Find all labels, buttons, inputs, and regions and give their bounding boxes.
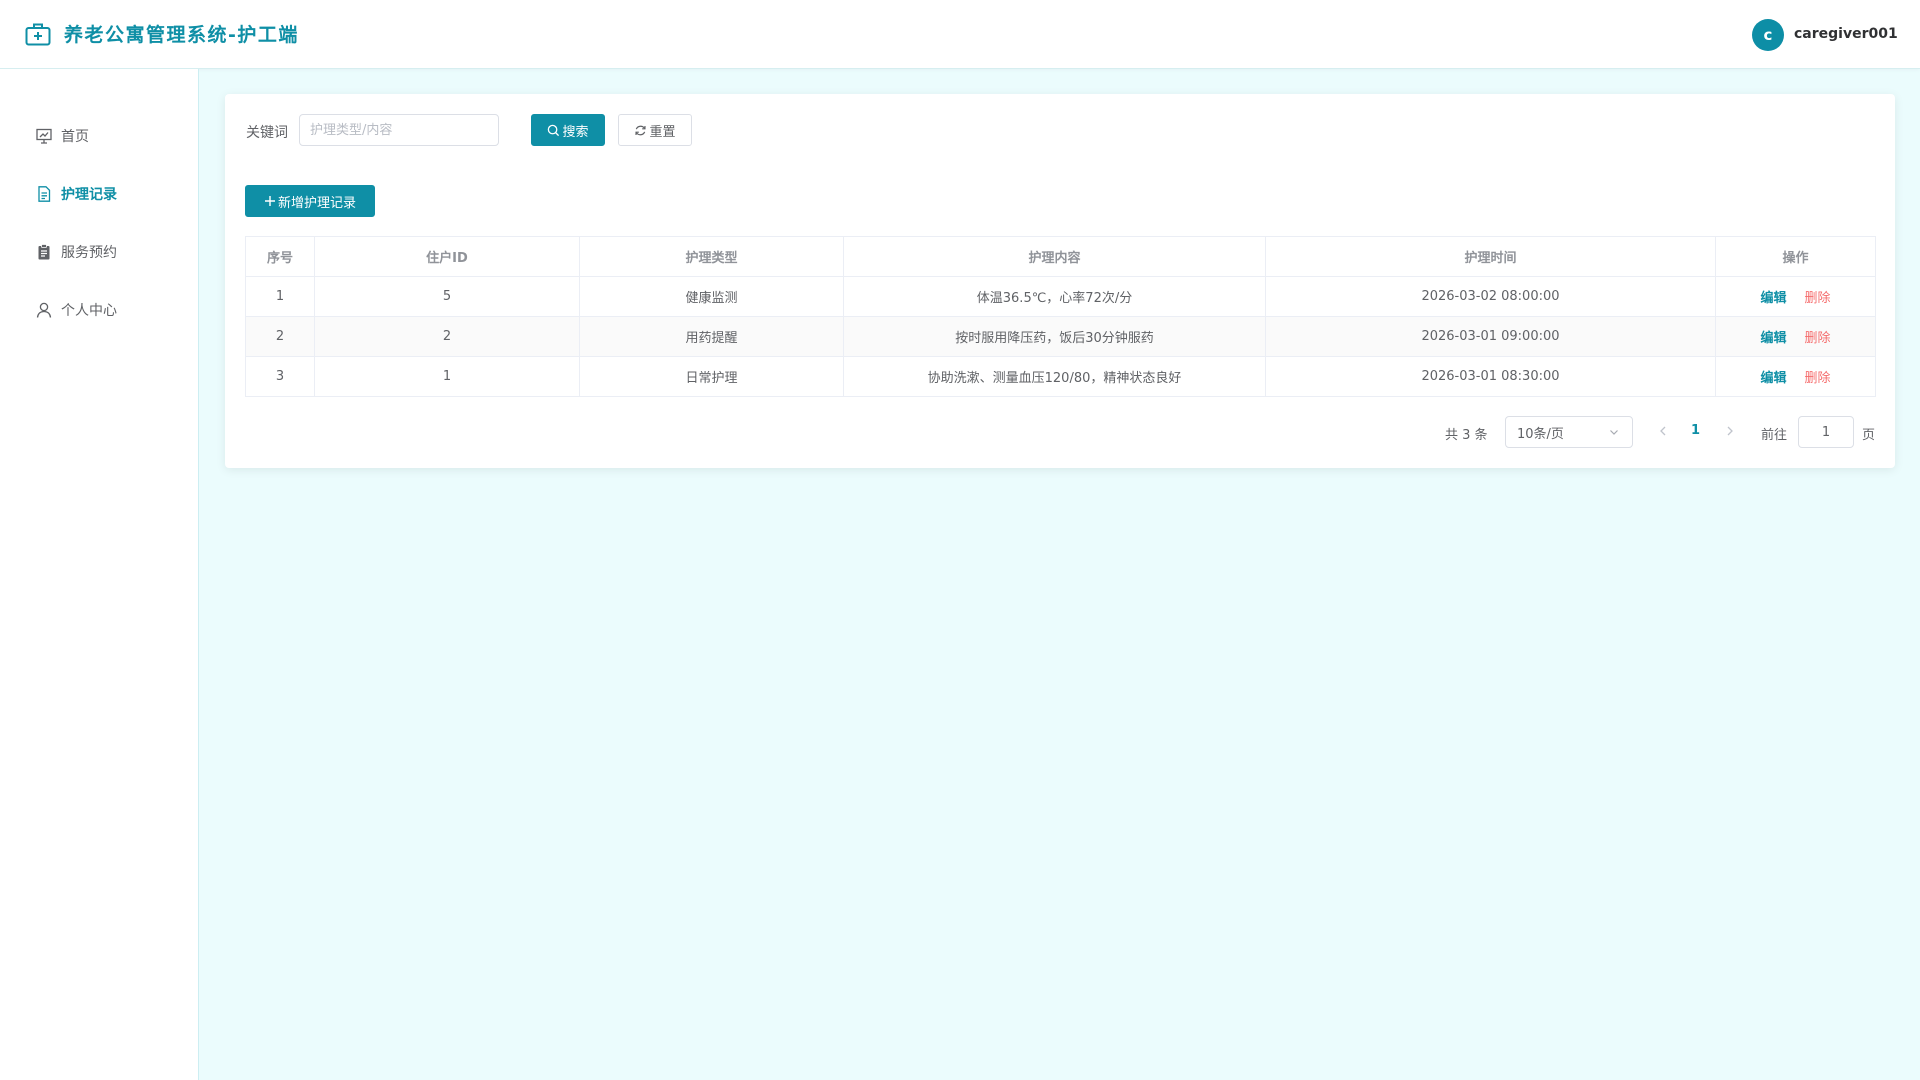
cell-resident-id: 1 <box>314 356 580 397</box>
reset-button-label: 重置 <box>649 124 676 140</box>
cell-actions: 编辑 删除 <box>1715 356 1876 397</box>
cell-care-time: 2026-03-01 08:30:00 <box>1265 356 1716 397</box>
reset-button[interactable]: 重置 <box>618 114 692 146</box>
column-header: 护理类型 <box>579 236 844 277</box>
search-button[interactable]: 搜索 <box>531 114 605 146</box>
goto-page-input[interactable] <box>1798 416 1854 448</box>
page-size-value: 10条/页 <box>1517 426 1564 442</box>
pagination-total: 共 3 条 <box>1445 428 1488 443</box>
edit-button[interactable]: 编辑 <box>1760 331 1786 346</box>
care-records-table: 序号 住户ID 护理类型 护理内容 护理时间 操作 1 5 健康监测 体温36.… <box>245 236 1876 397</box>
sidebar-item-care-records[interactable]: 护理记录 <box>0 174 199 214</box>
presentation-icon <box>35 127 53 145</box>
cell-care-time: 2026-03-02 08:00:00 <box>1265 276 1716 317</box>
delete-button[interactable]: 删除 <box>1805 331 1831 346</box>
column-header: 护理时间 <box>1265 236 1716 277</box>
column-header: 住户ID <box>314 236 580 277</box>
plus-icon <box>264 196 275 206</box>
sidebar-item-service-booking[interactable]: 服务预约 <box>0 232 199 272</box>
edit-button[interactable]: 编辑 <box>1760 371 1786 386</box>
table-row: 1 5 健康监测 体温36.5℃，心率72次/分 2026-03-02 08:0… <box>245 276 1876 317</box>
table-row: 2 2 用药提醒 按时服用降压药，饭后30分钟服药 2026-03-01 09:… <box>245 316 1876 357</box>
sidebar-item-label: 首页 <box>61 129 89 145</box>
cell-resident-id: 5 <box>314 276 580 317</box>
cell-actions: 编辑 删除 <box>1715 276 1876 317</box>
goto-label: 前往 <box>1761 428 1788 443</box>
cell-care-type: 健康监测 <box>579 276 844 317</box>
add-record-button[interactable]: 新增护理记录 <box>245 185 375 217</box>
search-icon <box>548 124 560 136</box>
table-row: 3 1 日常护理 协助洗漱、测量血压120/80，精神状态良好 2026-03-… <box>245 356 1876 397</box>
medical-kit-icon <box>25 23 51 46</box>
delete-button[interactable]: 删除 <box>1805 291 1831 306</box>
keyword-input[interactable] <box>299 114 499 146</box>
sidebar-item-label: 服务预约 <box>61 245 117 261</box>
cell-index: 1 <box>245 276 315 317</box>
cell-care-type: 用药提醒 <box>579 316 844 357</box>
page-size-select[interactable]: 10条/页 <box>1505 416 1633 448</box>
app-title: 养老公寓管理系统-护工端 <box>64 24 299 46</box>
cell-care-type: 日常护理 <box>579 356 844 397</box>
table-header-row: 序号 住户ID 护理类型 护理内容 护理时间 操作 <box>245 236 1876 277</box>
page-number-current[interactable]: 1 <box>1691 423 1700 438</box>
delete-button[interactable]: 删除 <box>1805 371 1831 386</box>
prev-page-icon[interactable] <box>1657 424 1669 438</box>
username[interactable]: caregiver001 <box>1794 26 1898 42</box>
sidebar: 首页 护理记录 服务预约 个人中心 <box>0 69 199 1080</box>
keyword-label: 关键词 <box>246 125 288 141</box>
sidebar-item-home[interactable]: 首页 <box>0 116 199 156</box>
search-button-label: 搜索 <box>562 124 589 140</box>
refresh-icon <box>635 125 647 135</box>
page-suffix-label: 页 <box>1862 428 1876 443</box>
document-icon <box>35 185 53 203</box>
avatar[interactable]: c <box>1752 19 1784 51</box>
cell-care-content: 体温36.5℃，心率72次/分 <box>843 276 1266 317</box>
clipboard-icon <box>35 243 53 261</box>
cell-actions: 编辑 删除 <box>1715 316 1876 357</box>
user-icon <box>35 301 53 319</box>
cell-care-content: 协助洗漱、测量血压120/80，精神状态良好 <box>843 356 1266 397</box>
next-page-icon[interactable] <box>1724 424 1736 438</box>
cell-care-content: 按时服用降压药，饭后30分钟服药 <box>843 316 1266 357</box>
sidebar-item-profile[interactable]: 个人中心 <box>0 290 199 330</box>
content-card: 关键词 搜索 重置 新增护理记录 序号 住户ID <box>225 94 1895 468</box>
column-header: 序号 <box>245 236 315 277</box>
sidebar-item-label: 个人中心 <box>61 303 117 319</box>
top-header: 养老公寓管理系统-护工端 c caregiver001 <box>0 0 1920 69</box>
cell-index: 2 <box>245 316 315 357</box>
cell-care-time: 2026-03-01 09:00:00 <box>1265 316 1716 357</box>
edit-button[interactable]: 编辑 <box>1760 291 1786 306</box>
column-header: 护理内容 <box>843 236 1266 277</box>
cell-resident-id: 2 <box>314 316 580 357</box>
column-header: 操作 <box>1715 236 1876 277</box>
add-record-button-label: 新增护理记录 <box>277 195 356 211</box>
sidebar-item-label: 护理记录 <box>61 187 117 203</box>
cell-index: 3 <box>245 356 315 397</box>
chevron-down-icon <box>1610 430 1618 435</box>
